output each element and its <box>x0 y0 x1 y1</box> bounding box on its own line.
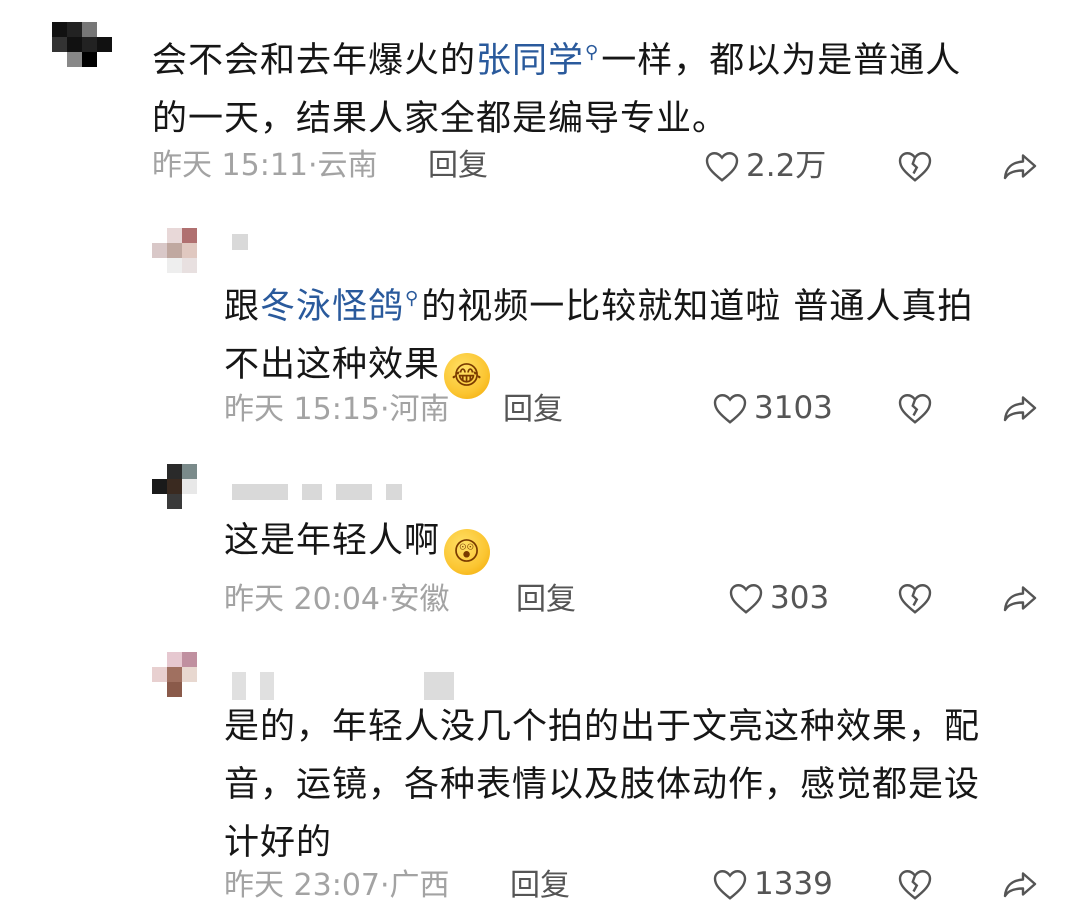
comment-4: 是的，年轻人没几个拍的出于文亮这种效果，配 音，运镜，各种表情以及肢体动作，感觉… <box>0 644 1080 919</box>
heart-outline-icon <box>729 584 763 614</box>
dislike-button[interactable] <box>895 146 935 186</box>
like-count: 1339 <box>754 866 833 902</box>
search-icon[interactable]: ⚲ <box>405 288 419 309</box>
location: 安徽 <box>389 582 450 617</box>
like-button[interactable]: 303 <box>728 578 829 618</box>
avatar[interactable] <box>152 228 212 288</box>
comment-text: 是的，年轻人没几个拍的出于文亮这种效果，配 音，运镜，各种表情以及肢体动作，感觉… <box>224 698 1064 872</box>
reply-button[interactable]: 回复 <box>516 580 576 620</box>
share-button[interactable] <box>1000 388 1040 428</box>
comment-1: 会不会和去年爆火的张同学⚲一样，都以为是普通人 的一天，结果人家全都是编导专业。… <box>0 0 1080 200</box>
avatar[interactable] <box>152 464 212 524</box>
comment-text-segment: 不出这种效果 <box>224 345 441 385</box>
comment-text-segment: 的视频一比较就知道啦 普通人真拍 <box>421 287 974 327</box>
broken-heart-icon <box>898 870 932 900</box>
location: 广西 <box>389 868 450 903</box>
comment-text-segment: 会不会和去年爆火的 <box>152 41 477 81</box>
comment-text-line: 是的，年轻人没几个拍的出于文亮这种效果，配 <box>224 707 981 747</box>
timestamp: 昨天 20:04 <box>224 582 380 617</box>
dislike-button[interactable] <box>895 388 935 428</box>
comment-text: 会不会和去年爆火的张同学⚲一样，都以为是普通人 的一天，结果人家全都是编导专业。 <box>152 24 1052 148</box>
topic-link[interactable]: 张同学 <box>476 41 584 81</box>
location: 云南 <box>317 148 378 183</box>
reply-button[interactable]: 回复 <box>503 390 563 430</box>
comment-text-segment: 这是年轻人啊 <box>224 521 441 561</box>
like-count: 2.2万 <box>746 148 827 184</box>
meta-dot: · <box>380 868 390 903</box>
share-button[interactable] <box>1000 146 1040 186</box>
broken-heart-icon <box>898 584 932 614</box>
share-button[interactable] <box>1000 578 1040 618</box>
comment-meta: 昨天 15:15·河南 <box>224 390 450 430</box>
broken-heart-icon <box>898 394 932 424</box>
topic-link[interactable]: 冬泳怪鸽 <box>260 287 404 327</box>
timestamp: 昨天 15:11 <box>152 148 308 183</box>
share-arrow-icon <box>1003 872 1037 898</box>
heart-outline-icon <box>713 394 747 424</box>
search-icon[interactable]: ⚲ <box>585 42 599 63</box>
avatar[interactable] <box>152 652 212 712</box>
meta-dot: · <box>380 582 390 617</box>
dislike-button[interactable] <box>895 578 935 618</box>
broken-heart-icon <box>898 152 932 182</box>
like-button[interactable]: 3103 <box>712 388 833 428</box>
location: 河南 <box>389 392 450 427</box>
share-button[interactable] <box>1000 864 1040 904</box>
timestamp: 昨天 23:07 <box>224 868 380 903</box>
comment-3: 这是年轻人啊 😲 昨天 20:04·安徽 回复 303 <box>0 456 1080 636</box>
comment-text-line: 音，运镜，各种表情以及肢体动作，感觉都是设 <box>224 765 981 805</box>
timestamp: 昨天 15:15 <box>224 392 380 427</box>
dislike-button[interactable] <box>895 864 935 904</box>
comment-text-segment: 一样，都以为是普通人 <box>601 41 962 81</box>
comment-text-line: 的一天，结果人家全都是编导专业。 <box>152 99 729 139</box>
username-blurred[interactable] <box>232 234 248 250</box>
comment-2: 跟冬泳怪鸽⚲的视频一比较就知道啦 普通人真拍 不出这种效果 😂 昨天 15:15·… <box>0 220 1080 440</box>
astonished-emoji-icon: 😲 <box>444 529 491 575</box>
meta-dot: · <box>380 392 390 427</box>
share-arrow-icon <box>1003 154 1037 180</box>
share-arrow-icon <box>1003 586 1037 612</box>
comment-text: 这是年轻人啊 😲 <box>224 512 1064 575</box>
reply-button[interactable]: 回复 <box>510 866 570 906</box>
rofl-emoji-icon: 😂 <box>444 353 491 399</box>
like-count: 303 <box>770 580 830 616</box>
like-count: 3103 <box>754 390 833 426</box>
username-blurred[interactable] <box>232 484 402 500</box>
heart-outline-icon <box>705 152 739 182</box>
comment-meta: 昨天 20:04·安徽 <box>224 580 450 620</box>
like-button[interactable]: 2.2万 <box>704 146 826 186</box>
meta-dot: · <box>308 148 318 183</box>
comment-meta: 昨天 15:11·云南 <box>152 146 378 186</box>
avatar[interactable] <box>52 22 112 82</box>
heart-outline-icon <box>713 870 747 900</box>
comment-text: 跟冬泳怪鸽⚲的视频一比较就知道啦 普通人真拍 不出这种效果 😂 <box>224 270 1064 399</box>
reply-button[interactable]: 回复 <box>428 146 488 186</box>
comment-text-line: 计好的 <box>224 823 333 863</box>
comment-text-segment: 跟 <box>224 287 261 327</box>
username-blurred[interactable] <box>232 672 454 700</box>
like-button[interactable]: 1339 <box>712 864 833 904</box>
comment-meta: 昨天 23:07·广西 <box>224 866 450 906</box>
share-arrow-icon <box>1003 396 1037 422</box>
